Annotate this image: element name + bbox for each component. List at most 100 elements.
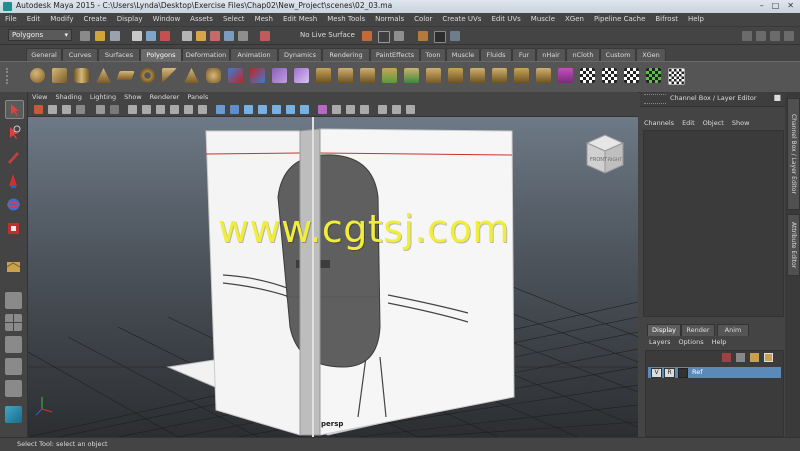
layer-menu-options[interactable]: Options [675,336,708,348]
boolean-union-icon[interactable] [316,68,331,83]
menu-select[interactable]: Select [218,13,250,26]
insert-edge-loop-icon[interactable] [470,68,485,83]
select-tool-icon[interactable] [5,100,24,119]
poly-prism-icon[interactable] [162,68,177,83]
maximize-icon[interactable]: □ [772,1,780,10]
xray-components-icon[interactable] [406,105,415,114]
toggle-tool-settings-icon[interactable] [770,31,780,41]
select-camera-icon[interactable] [34,105,43,114]
tab-display[interactable]: Display [647,324,681,336]
viewport-menu-view[interactable]: View [28,92,51,103]
poly-cone-icon[interactable] [96,68,111,83]
snap-curve-icon[interactable] [196,31,206,41]
ipr-render-icon[interactable] [378,31,390,43]
side-tab-attribute-editor[interactable]: Attribute Editor [787,214,800,276]
render-view-icon[interactable] [434,31,446,43]
perspective-viewport[interactable]: FRONT RIGHT www.cgtsj.com persp [28,117,638,437]
shelf-options-icon[interactable] [6,68,16,84]
menu-pipeline-cache[interactable]: Pipeline Cache [589,13,650,26]
multisample-aa-icon[interactable] [346,105,355,114]
smooth-icon[interactable] [272,68,287,83]
side-tab-channel-box[interactable]: Channel Box / Layer Editor [787,98,800,210]
mirror-geometry-icon[interactable] [294,68,309,83]
wireframe-icon[interactable] [216,105,225,114]
panel-close-icon[interactable]: ■ [773,93,781,102]
persp-outliner-layout-icon[interactable] [5,336,22,353]
uv-editor-icon[interactable] [558,68,573,83]
bridge-icon[interactable] [404,68,419,83]
outliner-layout-icon[interactable] [5,406,22,423]
shelf-tab-painteffects[interactable]: PaintEffects [370,48,420,61]
shelf-tab-fluids[interactable]: Fluids [480,48,512,61]
menu-bifrost[interactable]: Bifrost [650,13,683,26]
minimize-icon[interactable]: – [760,1,764,10]
snap-grid-icon[interactable] [182,31,192,41]
menu-file[interactable]: File [0,13,22,26]
cylindrical-mapping-icon[interactable] [602,68,617,83]
shelf-tab-ncloth[interactable]: nCloth [566,48,600,61]
extrude-icon[interactable] [382,68,397,83]
shelf-tab-deformation[interactable]: Deformation [182,48,230,61]
grid-icon[interactable] [128,105,137,114]
shelf-tab-rendering[interactable]: Rendering [322,48,370,61]
combine-icon[interactable] [228,68,243,83]
cb-menu-object[interactable]: Object [699,117,728,129]
snap-view-plane-icon[interactable] [224,31,234,41]
depth-of-field-icon[interactable] [360,105,369,114]
menu-window[interactable]: Window [148,13,186,26]
new-layer-from-selection-icon[interactable] [764,353,773,362]
toggle-attribute-editor-icon[interactable] [756,31,766,41]
poly-cylinder-icon[interactable] [74,68,89,83]
layer-menu-help[interactable]: Help [708,336,731,348]
camera-attributes-icon[interactable] [48,105,57,114]
move-tool-icon[interactable] [5,172,22,189]
use-all-lights-icon[interactable] [272,105,281,114]
boolean-difference-icon[interactable] [338,68,353,83]
viewport-menu-panels[interactable]: Panels [183,92,212,103]
merge-icon[interactable] [536,68,551,83]
shelf-tab-animation[interactable]: Animation [230,48,278,61]
menu-set-dropdown[interactable]: Polygons ▾ [8,29,72,41]
toggle-channel-box-icon[interactable] [784,31,794,41]
grease-pencil-icon[interactable] [110,105,119,114]
separate-icon[interactable] [250,68,265,83]
shelf-tab-nhair[interactable]: nHair [536,48,566,61]
field-chart-icon[interactable] [184,105,193,114]
menu-assets[interactable]: Assets [185,13,218,26]
safe-action-icon[interactable] [198,105,207,114]
2d-pan-zoom-icon[interactable] [96,105,105,114]
render-current-frame-icon[interactable] [362,31,372,41]
screen-space-ao-icon[interactable] [318,105,327,114]
tab-anim[interactable]: Anim [717,324,749,336]
hypershade-persp-layout-icon[interactable] [5,380,22,397]
menu-mesh[interactable]: Mesh [250,13,278,26]
shadows-icon[interactable] [286,105,295,114]
isolate-select-icon[interactable] [378,105,387,114]
layer-visibility-toggle[interactable]: V [651,368,662,378]
viewport-menu-lighting[interactable]: Lighting [86,92,120,103]
menu-xgen[interactable]: XGen [560,13,589,26]
shelf-tab-custom[interactable]: Custom [600,48,636,61]
snap-point-icon[interactable] [210,31,220,41]
hypershade-icon[interactable] [418,31,428,41]
poly-sphere-icon[interactable] [30,68,45,83]
select-by-hierarchy-icon[interactable] [132,31,142,41]
toggle-modeling-toolkit-icon[interactable] [742,31,752,41]
select-by-object-icon[interactable] [146,31,156,41]
poly-pyramid-icon[interactable] [184,68,199,83]
tab-render[interactable]: Render [681,324,715,336]
cb-menu-show[interactable]: Show [728,117,754,129]
menu-mesh-tools[interactable]: Mesh Tools [322,13,370,26]
shelf-tab-surfaces[interactable]: Surfaces [98,48,140,61]
make-live-icon[interactable] [238,31,248,41]
append-polygon-icon[interactable] [426,68,441,83]
resolution-gate-icon[interactable] [156,105,165,114]
checker-texture-icon[interactable] [668,68,685,85]
menu-create[interactable]: Create [78,13,111,26]
xray-joints-icon[interactable] [392,105,401,114]
paint-select-tool-icon[interactable] [5,148,22,165]
channel-box-area[interactable] [643,130,784,317]
textured-icon[interactable] [258,105,267,114]
menu-normals[interactable]: Normals [370,13,409,26]
viewport-menu-show[interactable]: Show [120,92,146,103]
